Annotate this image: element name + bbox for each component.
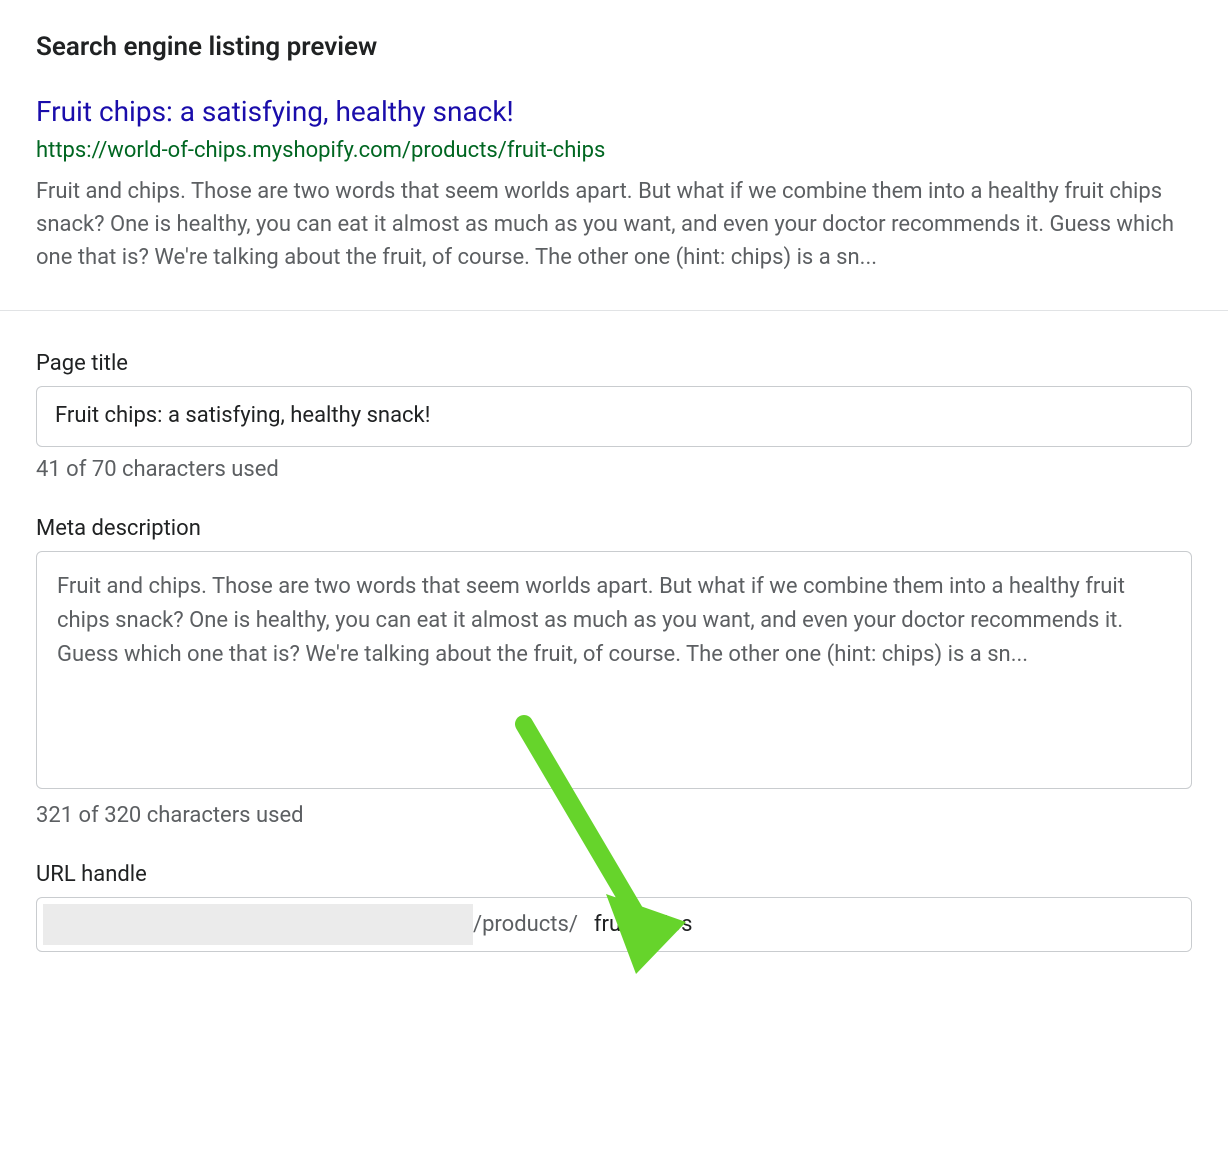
url-handle-field-group: URL handle /products/ (36, 862, 1192, 952)
url-handle-input[interactable] (582, 898, 1191, 951)
divider (0, 310, 1228, 311)
url-handle-label: URL handle (36, 862, 1192, 887)
meta-description-label: Meta description (36, 516, 1192, 541)
preview-url: https://world-of-chips.myshopify.com/pro… (36, 136, 1192, 167)
page-title-field-group: Page title 41 of 70 characters used (36, 351, 1192, 482)
meta-description-char-counter: 321 of 320 characters used (36, 803, 1192, 828)
meta-description-input[interactable] (36, 551, 1192, 789)
seo-preview: Fruit chips: a satisfying, healthy snack… (36, 94, 1192, 274)
section-heading: Search engine listing preview (36, 32, 1192, 62)
preview-title: Fruit chips: a satisfying, healthy snack… (36, 94, 1192, 130)
url-prefix-masked (43, 904, 473, 945)
url-handle-container: /products/ (36, 897, 1192, 952)
url-products-segment: /products/ (473, 898, 582, 951)
page-title-char-counter: 41 of 70 characters used (36, 457, 1192, 482)
page-title-input[interactable] (36, 386, 1192, 447)
preview-description: Fruit and chips. Those are two words tha… (36, 175, 1192, 274)
meta-description-field-group: Meta description 321 of 320 characters u… (36, 516, 1192, 828)
page-title-label: Page title (36, 351, 1192, 376)
